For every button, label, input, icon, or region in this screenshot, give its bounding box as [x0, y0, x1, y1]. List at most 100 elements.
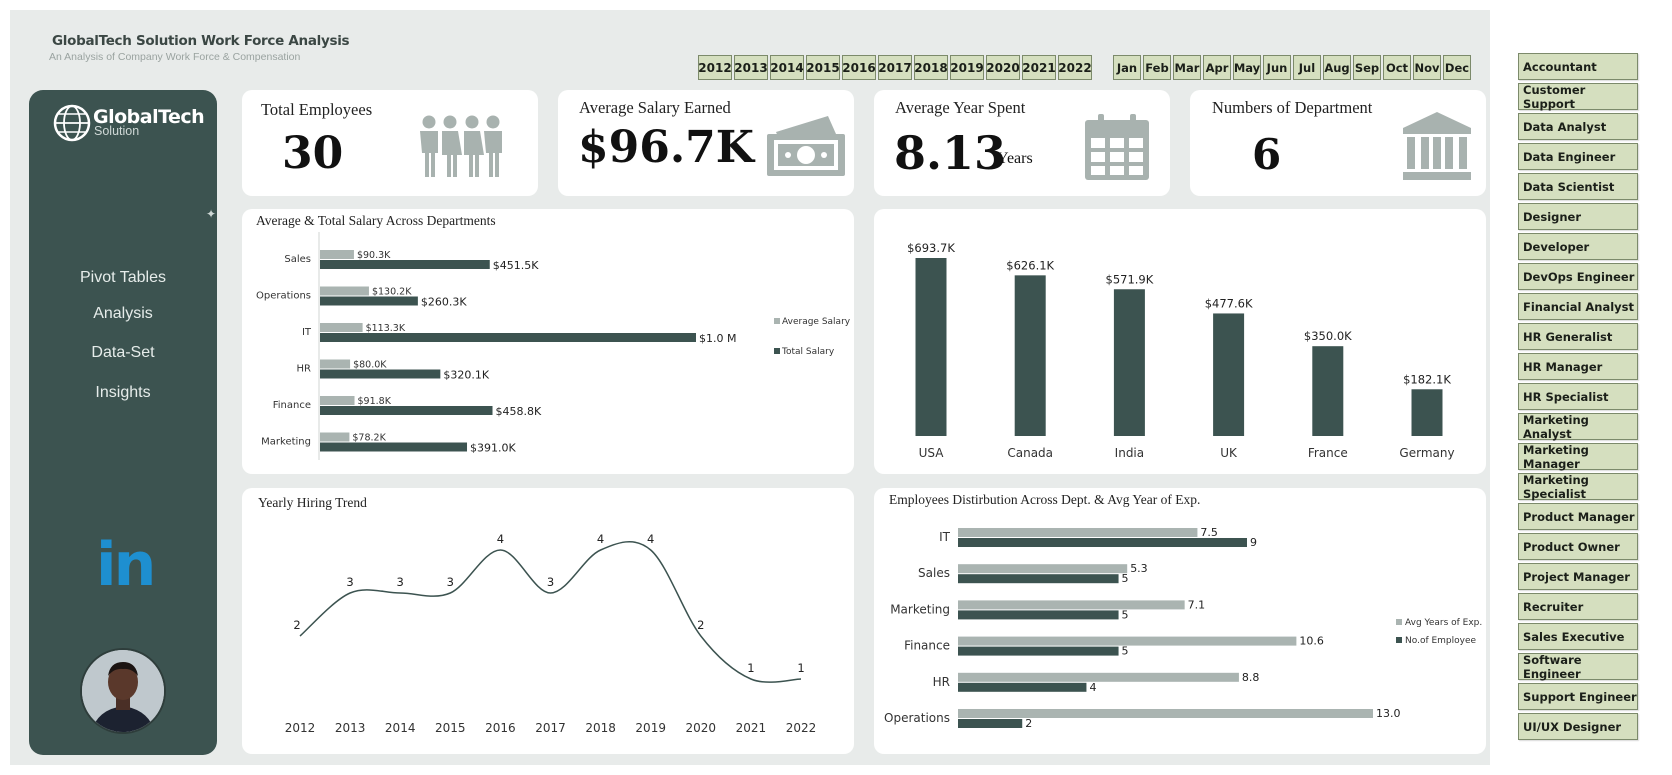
- job-title-button-hr-specialist[interactable]: HR Specialist: [1518, 383, 1638, 410]
- legend-swatch: [1396, 637, 1402, 643]
- category-label: Finance: [273, 400, 311, 411]
- data-label-hires: 4: [497, 532, 504, 546]
- nav-insights[interactable]: Insights: [29, 384, 217, 402]
- month-button-oct[interactable]: Oct: [1383, 55, 1411, 80]
- year-button-2020[interactable]: 2020: [986, 55, 1020, 80]
- data-label-total-salary: $458.8K: [496, 405, 542, 418]
- job-title-button-marketing-analyst[interactable]: Marketing Analyst: [1518, 413, 1638, 441]
- x-tick-label: India: [1115, 446, 1144, 460]
- job-title-button-ui-ux-designer[interactable]: UI/UX Designer: [1518, 713, 1638, 740]
- data-label-no-of-employee: 2: [1025, 717, 1032, 730]
- month-button-jul[interactable]: Jul: [1293, 55, 1321, 80]
- year-button-2014[interactable]: 2014: [770, 55, 804, 80]
- job-title-button-marketing-specialist[interactable]: Marketing Specialist: [1518, 473, 1638, 501]
- data-label-country: $693.7K: [907, 241, 955, 255]
- month-button-aug[interactable]: Aug: [1323, 55, 1351, 80]
- year-slicer: 2012 2013 2014 2015 2016 2017 2018 2019 2020 2021…: [698, 55, 1092, 80]
- kpi-label-departments: Numbers of Department: [1212, 98, 1373, 117]
- job-title-button-accountant[interactable]: Accountant: [1518, 53, 1638, 80]
- month-slicer: Jan Feb Mar Apr May Jun Jul Aug Sep Oct Nov Dec: [1113, 55, 1471, 80]
- x-tick-label: 2022: [786, 721, 817, 735]
- bar-average-salary: [320, 396, 355, 405]
- legend-label: No.of Employee: [1405, 636, 1477, 646]
- job-title-button-developer[interactable]: Developer: [1518, 233, 1638, 260]
- month-button-feb[interactable]: Feb: [1143, 55, 1171, 80]
- job-title-button-designer[interactable]: Designer: [1518, 203, 1638, 230]
- bar-country: [1113, 289, 1145, 436]
- data-label-average-salary: $80.0K: [353, 360, 387, 371]
- month-button-sep[interactable]: Sep: [1353, 55, 1381, 80]
- job-title-button-project-manager[interactable]: Project Manager: [1518, 563, 1638, 590]
- year-button-2012[interactable]: 2012: [698, 55, 732, 80]
- nav-analysis[interactable]: Analysis: [29, 305, 217, 323]
- year-button-2022[interactable]: 2022: [1058, 55, 1092, 80]
- job-title-button-customer-support[interactable]: Customer Support: [1518, 83, 1638, 111]
- job-title-button-hr-manager[interactable]: HR Manager: [1518, 353, 1638, 380]
- bar-avg-years-exp: [958, 672, 1239, 682]
- x-tick-label: 2020: [686, 721, 717, 735]
- legend-label: Total Salary: [781, 347, 835, 357]
- year-button-2018[interactable]: 2018: [914, 55, 948, 80]
- job-title-button-software-engineer[interactable]: Software Engineer: [1518, 653, 1638, 681]
- bar-no-of-employee: [958, 646, 1119, 656]
- month-button-mar[interactable]: Mar: [1173, 55, 1201, 80]
- year-button-2021[interactable]: 2021: [1022, 55, 1056, 80]
- linkedin-icon[interactable]: in: [96, 535, 156, 595]
- data-label-avg-years-exp: 5.3: [1130, 562, 1148, 575]
- job-title-button-data-scientist[interactable]: Data Scientist: [1518, 173, 1638, 200]
- bar-average-salary: [320, 359, 351, 369]
- x-tick-label: 2017: [535, 721, 566, 735]
- data-label-no-of-employee: 5: [1122, 645, 1129, 658]
- data-label-avg-years-exp: 8.8: [1242, 671, 1260, 684]
- year-button-2017[interactable]: 2017: [878, 55, 912, 80]
- bar-avg-years-exp: [958, 528, 1198, 537]
- category-label: IT: [302, 327, 312, 338]
- kpi-value-total-employees: 30: [282, 128, 344, 179]
- bar-average-salary: [320, 250, 354, 259]
- bar-total-salary: [320, 369, 441, 379]
- job-title-button-data-analyst[interactable]: Data Analyst: [1518, 113, 1638, 140]
- legend-label: Average Salary: [782, 317, 851, 327]
- month-button-may[interactable]: May: [1233, 55, 1261, 80]
- kpi-unit-years: Years: [997, 150, 1033, 167]
- month-button-jan[interactable]: Jan: [1113, 55, 1141, 80]
- job-title-button-devops-engineer[interactable]: DevOps Engineer: [1518, 263, 1638, 290]
- data-label-country: $571.9K: [1106, 272, 1154, 286]
- job-title-button-support-engineer[interactable]: Support Engineer: [1518, 683, 1638, 710]
- job-title-button-sales-executive[interactable]: Sales Executive: [1518, 623, 1638, 650]
- nav-data-set[interactable]: Data-Set: [29, 344, 217, 362]
- category-label: Marketing: [890, 602, 950, 616]
- job-title-button-data-engineer[interactable]: Data Engineer: [1518, 143, 1638, 170]
- bar-total-salary: [320, 333, 696, 342]
- x-tick-label: 2019: [635, 721, 666, 735]
- job-title-button-financial-analyst[interactable]: Financial Analyst: [1518, 293, 1638, 320]
- dashboard-subtitle: An Analysis of Company Work Force & Comp…: [49, 51, 301, 63]
- job-title-button-marketing-manager[interactable]: Marketing Manager: [1518, 443, 1638, 471]
- month-button-nov[interactable]: Nov: [1413, 55, 1441, 80]
- chart-salary-by-department: Sales $90.3K $451.5K Operations $130.2K $260.…: [256, 232, 851, 460]
- job-title-button-product-manager[interactable]: Product Manager: [1518, 503, 1638, 530]
- data-label-average-salary: $90.3K: [357, 250, 391, 261]
- job-title-button-recruiter[interactable]: Recruiter: [1518, 593, 1638, 620]
- money-icon: [767, 116, 845, 176]
- bar-total-salary: [320, 260, 490, 269]
- category-label: Finance: [904, 639, 950, 653]
- data-label-total-salary: $1.0 M: [699, 332, 736, 345]
- x-tick-label: Germany: [1399, 446, 1454, 460]
- month-button-jun[interactable]: Jun: [1263, 55, 1291, 80]
- month-button-dec[interactable]: Dec: [1443, 55, 1471, 80]
- year-button-2013[interactable]: 2013: [734, 55, 768, 80]
- job-title-button-hr-generalist[interactable]: HR Generalist: [1518, 323, 1638, 350]
- year-button-2015[interactable]: 2015: [806, 55, 840, 80]
- nav-pivot-tables[interactable]: Pivot Tables: [29, 269, 217, 287]
- year-button-2016[interactable]: 2016: [842, 55, 876, 80]
- bar-country: [1411, 389, 1443, 436]
- bar-country: [915, 258, 947, 436]
- data-label-avg-years-exp: 10.6: [1299, 635, 1324, 648]
- job-title-button-product-owner[interactable]: Product Owner: [1518, 533, 1638, 560]
- bar-no-of-employee: [958, 682, 1087, 692]
- data-label-hires: 3: [547, 575, 554, 589]
- year-button-2019[interactable]: 2019: [950, 55, 984, 80]
- kpi-value-departments: 6: [1252, 130, 1282, 179]
- month-button-apr[interactable]: Apr: [1203, 55, 1231, 80]
